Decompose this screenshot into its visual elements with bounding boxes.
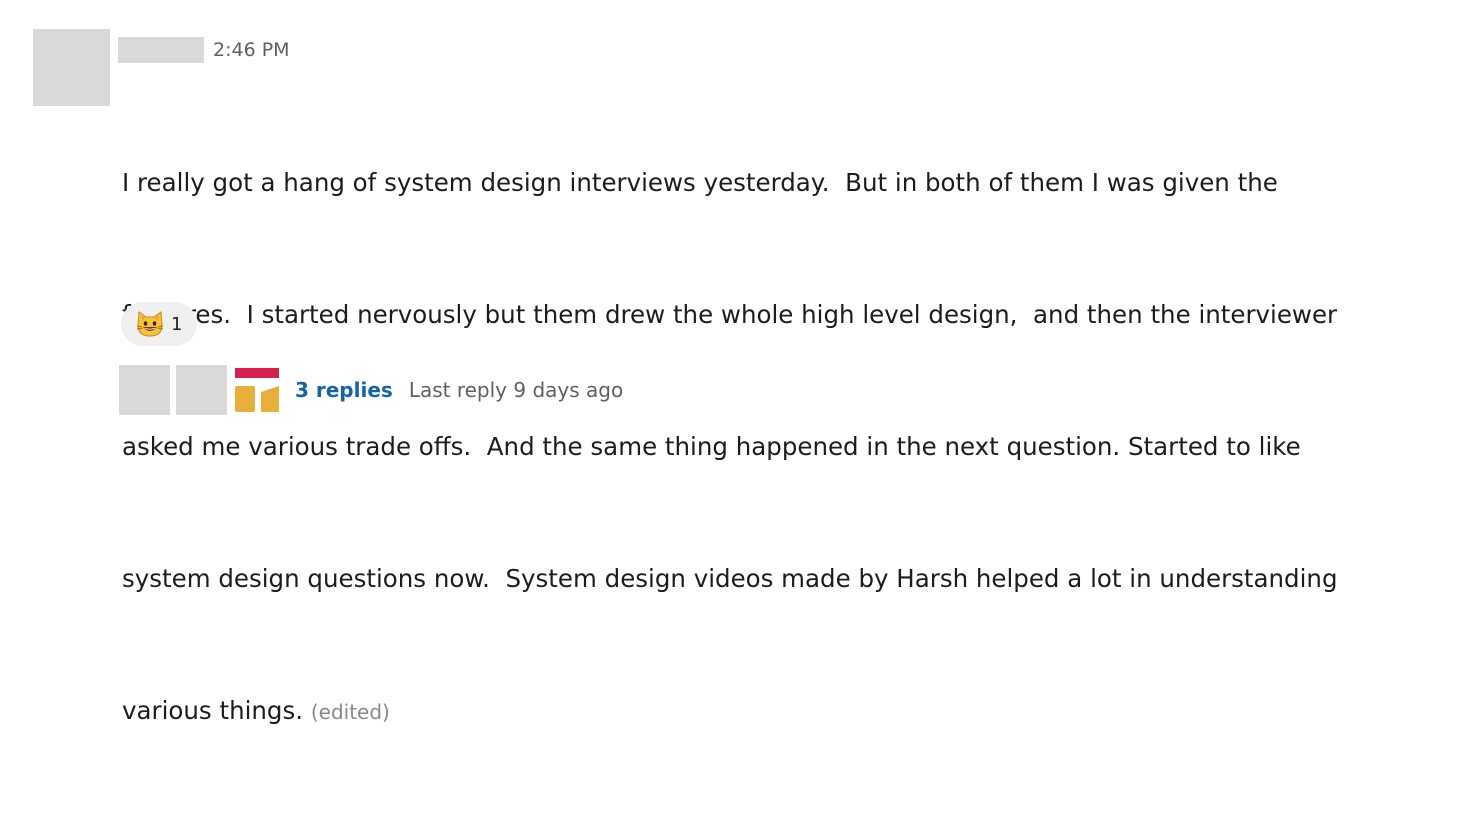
participant-avatar[interactable] xyxy=(176,365,227,415)
sender-avatar[interactable] xyxy=(33,29,110,106)
message-body-line-last: various things. (edited) xyxy=(122,689,1442,734)
thread-summary[interactable]: 3 replies Last reply 9 days ago xyxy=(119,365,623,415)
message-body-line: asked me various trade offs. And the sam… xyxy=(122,432,1301,461)
message-body-line: features. I started nervously but them d… xyxy=(122,300,1338,329)
reaction-pill[interactable]: 1 xyxy=(121,302,197,346)
message-body-line: system design questions now. System desi… xyxy=(122,564,1338,593)
reaction-count: 1 xyxy=(171,313,183,335)
message-header: 2:46 PM xyxy=(118,36,290,64)
message-body-line: I really got a hang of system design int… xyxy=(122,168,1278,197)
message-body: I really got a hang of system design int… xyxy=(122,73,1442,822)
message-body-line: various things. xyxy=(122,696,304,725)
smiley-cat-icon xyxy=(136,311,164,337)
edited-label: (edited) xyxy=(310,700,390,724)
last-reply-text: Last reply 9 days ago xyxy=(408,378,624,402)
message: 2:46 PM I really got a hang of system de… xyxy=(0,0,1464,725)
sender-name[interactable] xyxy=(118,37,204,63)
app-avatar-icon[interactable] xyxy=(233,366,281,414)
participant-avatar[interactable] xyxy=(119,365,170,415)
replies-link[interactable]: 3 replies xyxy=(295,378,393,402)
timestamp[interactable]: 2:46 PM xyxy=(213,39,290,61)
